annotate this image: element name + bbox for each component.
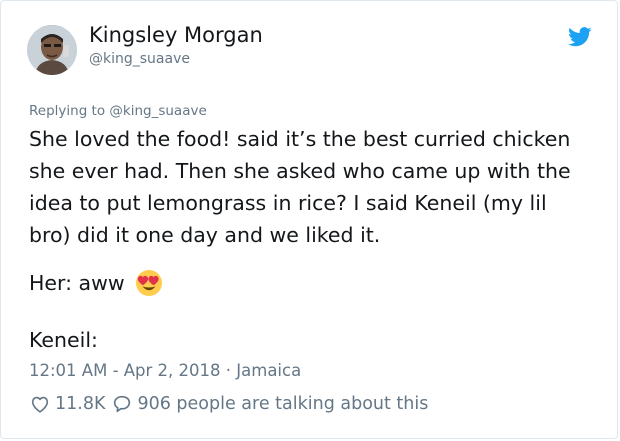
heart-eyes-emoji: [135, 270, 162, 296]
tweet-text: She loved the food! said it’s the best c…: [29, 123, 604, 251]
twitter-bird-icon[interactable]: [568, 27, 592, 47]
tweet-line: she ever had. Then she asked who came up…: [29, 159, 571, 183]
display-name[interactable]: Kingsley Morgan: [89, 23, 263, 47]
tweet-timestamp[interactable]: 12:01 AM - Apr 2, 2018 · Jamaica: [29, 361, 301, 380]
tweet-card: Kingsley Morgan @king_suaave Replying to…: [0, 0, 618, 439]
like-count[interactable]: 11.8K: [55, 394, 105, 414]
talking-count[interactable]: 906 people are talking about this: [137, 394, 428, 414]
avatar[interactable]: [27, 25, 77, 75]
her-text: Her: aww: [29, 271, 125, 295]
keneil-line: Keneil:: [29, 328, 98, 352]
tweet-actions: 11.8K 906 people are talking about this: [29, 393, 428, 415]
speech-bubble-icon[interactable]: [111, 393, 133, 415]
tweet-line: idea to put lemongrass in rice? I said K…: [29, 191, 547, 215]
tweet-line: She loved the food! said it’s the best c…: [29, 127, 571, 151]
her-line: Her: aww: [29, 269, 163, 297]
tweet-line: bro) did it one day and we liked it.: [29, 223, 381, 247]
heart-outline-icon[interactable]: [29, 393, 51, 415]
replying-to[interactable]: Replying to @king_suaave: [29, 103, 207, 119]
user-handle[interactable]: @king_suaave: [89, 51, 190, 67]
